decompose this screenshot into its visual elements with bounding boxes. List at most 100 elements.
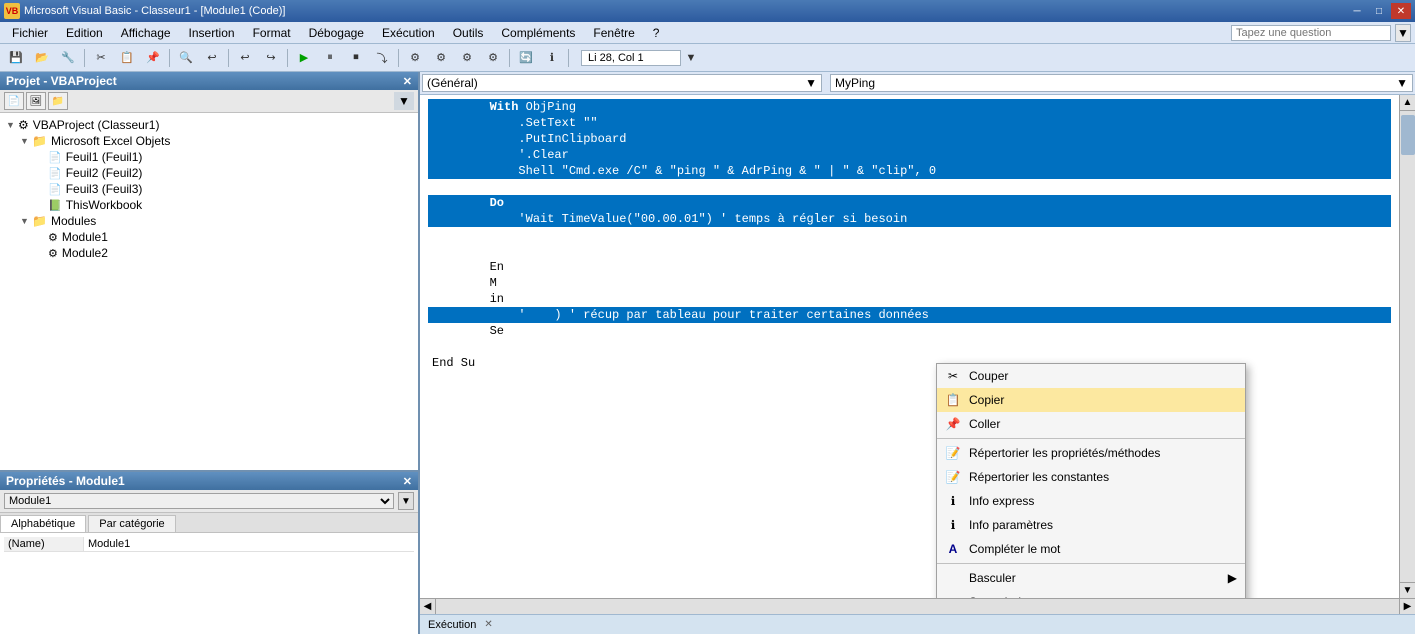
scroll-right[interactable]: ▶	[1399, 599, 1415, 614]
ctx-basculer[interactable]: Basculer ▶	[937, 566, 1245, 590]
ctx-info-express[interactable]: ℹ Info express	[937, 489, 1245, 513]
separator7	[568, 49, 569, 67]
tree-item-excel-objets[interactable]: ▼ 📁 Microsoft Excel Objets	[4, 133, 414, 149]
toolbar-find[interactable]: 🔍	[174, 47, 198, 69]
menu-help[interactable]: ?	[645, 24, 668, 42]
code-content: With ObjPing .SetText "" .PutInClipboard…	[420, 95, 1399, 375]
toolbar-paste[interactable]: 📌	[141, 47, 165, 69]
menu-format[interactable]: Format	[245, 24, 299, 42]
props-key-name: (Name)	[4, 537, 84, 551]
menu-complements[interactable]: Compléments	[493, 24, 583, 42]
project-view-form[interactable]: 🖼	[26, 92, 46, 110]
tree-item-feuil3[interactable]: 📄 Feuil3 (Feuil3)	[4, 181, 414, 197]
minimize-button[interactable]: ─	[1347, 3, 1367, 19]
toolbar-info[interactable]: ℹ	[540, 47, 564, 69]
menu-execution[interactable]: Exécution	[374, 24, 443, 42]
code-scrollbar-v[interactable]: ▲ ▼	[1399, 95, 1415, 598]
toolbar-save[interactable]: 💾	[4, 47, 28, 69]
tree-item-vbaproject[interactable]: ▼ ⚙ VBAProject (Classeur1)	[4, 117, 414, 133]
project-close-btn[interactable]: ✕	[403, 75, 412, 88]
project-tree: ▼ ⚙ VBAProject (Classeur1) ▼ 📁 Microsoft…	[0, 113, 418, 470]
properties-dropdown[interactable]: Module1	[4, 493, 394, 509]
scroll-thumb[interactable]	[1401, 115, 1415, 155]
toolbar-btn1[interactable]: 🔧	[56, 47, 80, 69]
ctx-completer[interactable]: A Compléter le mot	[937, 537, 1245, 561]
ctx-coller[interactable]: 📌 Coller	[937, 412, 1245, 436]
tree-label-excel: Microsoft Excel Objets	[51, 134, 170, 148]
properties-title: Propriétés - Module1	[6, 474, 125, 488]
tree-item-thisworkbook[interactable]: 📗 ThisWorkbook	[4, 197, 414, 213]
toolbar-redo[interactable]: ↪	[259, 47, 283, 69]
properties-dropdown-btn[interactable]: ▼	[398, 492, 414, 510]
separator4	[287, 49, 288, 67]
tree-item-feuil2[interactable]: 📄 Feuil2 (Feuil2)	[4, 165, 414, 181]
toolbar-refresh[interactable]: 🔄	[514, 47, 538, 69]
project-toggle-folder[interactable]: 📁	[48, 92, 68, 110]
toolbar-open[interactable]: 📂	[30, 47, 54, 69]
title-bar-left: VB Microsoft Visual Basic - Classeur1 - …	[4, 3, 285, 19]
menu-debogage[interactable]: Débogage	[301, 24, 372, 42]
close-button[interactable]: ✕	[1391, 3, 1411, 19]
toolbar-copy[interactable]: 📋	[115, 47, 139, 69]
toolbar-step[interactable]: ⤵	[370, 47, 394, 69]
expand-icon2: ▼	[20, 136, 32, 146]
code-line-6	[428, 179, 1391, 195]
project-scroll[interactable]: ▼	[394, 92, 414, 110]
toolbar-stop[interactable]: ⏹	[344, 47, 368, 69]
toolbar-run[interactable]: ▶	[292, 47, 316, 69]
search-input[interactable]	[1231, 25, 1391, 41]
ctx-repertorier-props[interactable]: 📝 Répertorier les propriétés/méthodes	[937, 441, 1245, 465]
scroll-track[interactable]	[1400, 156, 1415, 582]
sheet-icon3: 📄	[48, 183, 62, 196]
tab-alphabetique[interactable]: Alphabétique	[0, 515, 86, 532]
ctx-couper[interactable]: ✂ Couper	[937, 364, 1245, 388]
myping-dropdown-label: MyPing	[835, 76, 875, 90]
tree-item-module1[interactable]: ⚙ Module1	[4, 229, 414, 245]
sheet-icon2: 📄	[48, 167, 62, 180]
code-line-9	[428, 227, 1391, 243]
scroll-h-track[interactable]	[436, 599, 1399, 614]
tree-item-feuil1[interactable]: 📄 Feuil1 (Feuil1)	[4, 149, 414, 165]
ctx-copier-label: Copier	[969, 393, 1004, 407]
code-area[interactable]: With ObjPing .SetText "" .PutInClipboard…	[420, 95, 1399, 598]
code-line-11: En	[428, 259, 1391, 275]
status-dropdown[interactable]: ▼	[683, 47, 699, 69]
menu-affichage[interactable]: Affichage	[113, 24, 179, 42]
scroll-up[interactable]: ▲	[1400, 95, 1415, 111]
menu-fenetre[interactable]: Fenêtre	[585, 24, 642, 42]
toolbar-replace[interactable]: ↩	[200, 47, 224, 69]
scroll-left[interactable]: ◀	[420, 599, 436, 614]
tab-par-categorie[interactable]: Par catégorie	[88, 515, 175, 532]
code-header: (Général) ▼ MyPing ▼	[420, 72, 1415, 95]
toolbar-cut[interactable]: ✂	[89, 47, 113, 69]
toolbar-more1[interactable]: ⚙	[403, 47, 427, 69]
properties-close[interactable]: ✕	[403, 475, 412, 488]
scroll-down[interactable]: ▼	[1400, 582, 1415, 598]
code-scrollbar-h[interactable]: ◀ ▶	[420, 598, 1415, 614]
general-dropdown[interactable]: (Général) ▼	[422, 74, 822, 92]
properties-panel: Propriétés - Module1 ✕ Module1 ▼ Alphabé…	[0, 472, 418, 634]
tree-item-module2[interactable]: ⚙ Module2	[4, 245, 414, 261]
ctx-smart-indent[interactable]: Smart Indent ▶	[937, 590, 1245, 598]
search-dropdown[interactable]: ▼	[1395, 24, 1411, 42]
toolbar-undo[interactable]: ↩	[233, 47, 257, 69]
toolbar-pause[interactable]: ⏸	[318, 47, 342, 69]
tree-label-module2: Module2	[62, 246, 108, 260]
tree-item-modules[interactable]: ▼ 📁 Modules	[4, 213, 414, 229]
project-toolbar: 📄 🖼 📁 ▼	[0, 90, 418, 113]
tree-label: VBAProject (Classeur1)	[33, 118, 160, 132]
menu-fichier[interactable]: Fichier	[4, 24, 56, 42]
toolbar-more3[interactable]: ⚙	[455, 47, 479, 69]
myping-dropdown[interactable]: MyPing ▼	[830, 74, 1413, 92]
project-view-code[interactable]: 📄	[4, 92, 24, 110]
menu-outils[interactable]: Outils	[445, 24, 492, 42]
ctx-repertorier-const[interactable]: 📝 Répertorier les constantes	[937, 465, 1245, 489]
ctx-info-params[interactable]: ℹ Info paramètres	[937, 513, 1245, 537]
menu-insertion[interactable]: Insertion	[181, 24, 243, 42]
ctx-copier[interactable]: 📋 Copier	[937, 388, 1245, 412]
toolbar-more2[interactable]: ⚙	[429, 47, 453, 69]
toolbar-more4[interactable]: ⚙	[481, 47, 505, 69]
ctx-sep2	[937, 563, 1245, 564]
menu-edition[interactable]: Edition	[58, 24, 111, 42]
maximize-button[interactable]: □	[1369, 3, 1389, 19]
